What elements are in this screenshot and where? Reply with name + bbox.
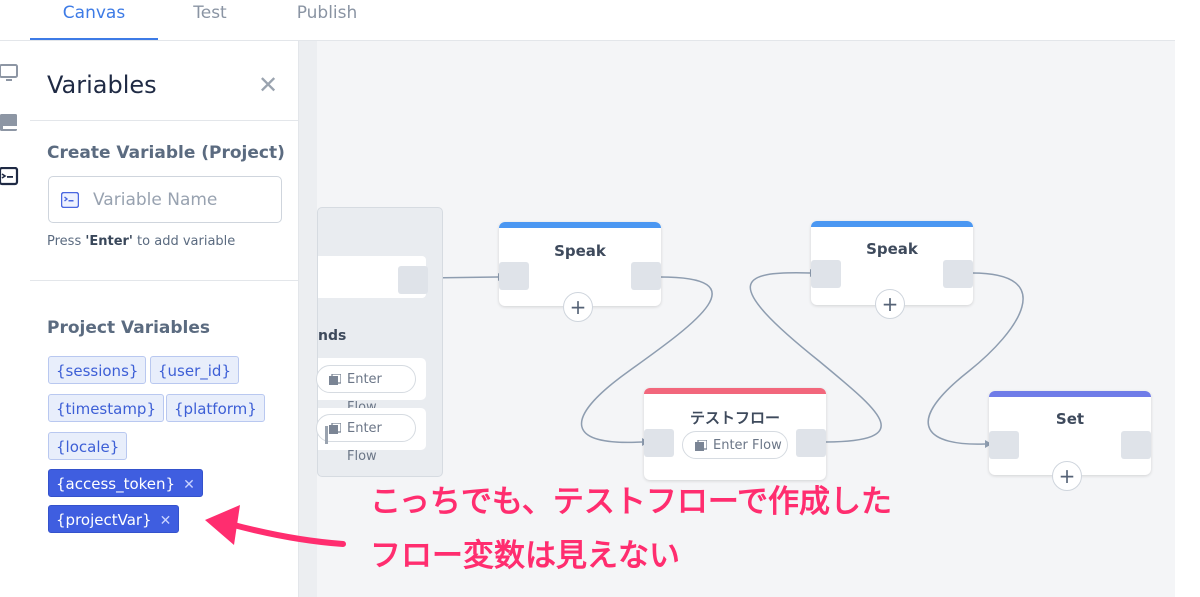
annotation-text-line1: こっちでも、テストフローで作成した [370,484,893,520]
annotation-text-line2: フロー変数は見えない [370,538,680,574]
